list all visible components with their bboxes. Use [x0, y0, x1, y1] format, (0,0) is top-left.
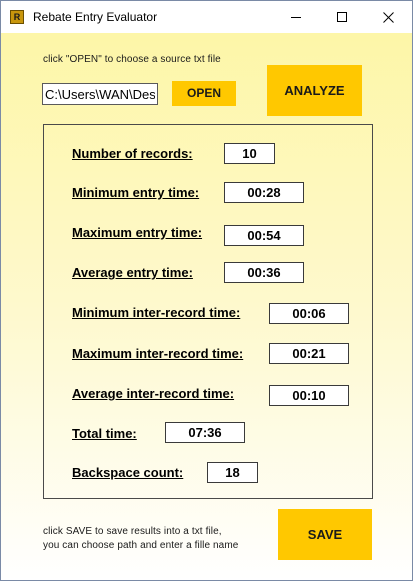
app-window: R Rebate Entry Evaluator click "OPEN" to…: [0, 0, 413, 581]
title-bar[interactable]: R Rebate Entry Evaluator: [1, 1, 412, 33]
close-icon: [383, 12, 394, 23]
app-icon: R: [10, 10, 24, 24]
records-label: Number of records:: [72, 146, 193, 161]
open-hint-text: click "OPEN" to choose a source txt file: [43, 54, 221, 65]
backspace-count-label: Backspace count:: [72, 465, 184, 480]
results-panel: Number of records: 10 Minimum entry time…: [43, 124, 373, 499]
min-entry-label: Minimum entry time:: [72, 185, 200, 200]
save-hint-line-2: you can choose path and enter a fille na…: [43, 540, 239, 551]
avg-entry-value: 00:36: [224, 262, 304, 283]
save-hint-line-1: click SAVE to save results into a txt fi…: [43, 526, 222, 537]
minimize-icon: [291, 17, 301, 18]
avg-inter-label: Average inter-record time:: [72, 386, 235, 401]
total-time-label: Total time:: [72, 426, 137, 441]
save-hint-text: click SAVE to save results into a txt fi…: [43, 525, 238, 553]
window-title: Rebate Entry Evaluator: [33, 10, 158, 24]
avg-inter-value: 00:10: [269, 385, 349, 406]
close-button[interactable]: [366, 1, 412, 33]
source-path-input[interactable]: [42, 83, 158, 105]
analyze-button[interactable]: ANALYZE: [267, 65, 362, 116]
records-value: 10: [224, 143, 275, 164]
total-time-value: 07:36: [165, 422, 245, 443]
min-inter-label: Minimum inter-record time:: [72, 305, 241, 320]
min-entry-value: 00:28: [224, 182, 304, 203]
max-entry-label: Maximum entry time:: [72, 225, 203, 240]
avg-entry-label: Average entry time:: [72, 265, 193, 280]
minimize-button[interactable]: [274, 1, 320, 33]
max-entry-value: 00:54: [224, 225, 304, 246]
backspace-count-value: 18: [207, 462, 258, 483]
max-inter-label: Maximum inter-record time:: [72, 346, 244, 361]
max-inter-value: 00:21: [269, 343, 349, 364]
maximize-icon: [337, 12, 347, 22]
min-inter-value: 00:06: [269, 303, 349, 324]
maximize-button[interactable]: [320, 1, 366, 33]
save-button[interactable]: SAVE: [278, 509, 372, 560]
open-button[interactable]: OPEN: [172, 81, 236, 106]
